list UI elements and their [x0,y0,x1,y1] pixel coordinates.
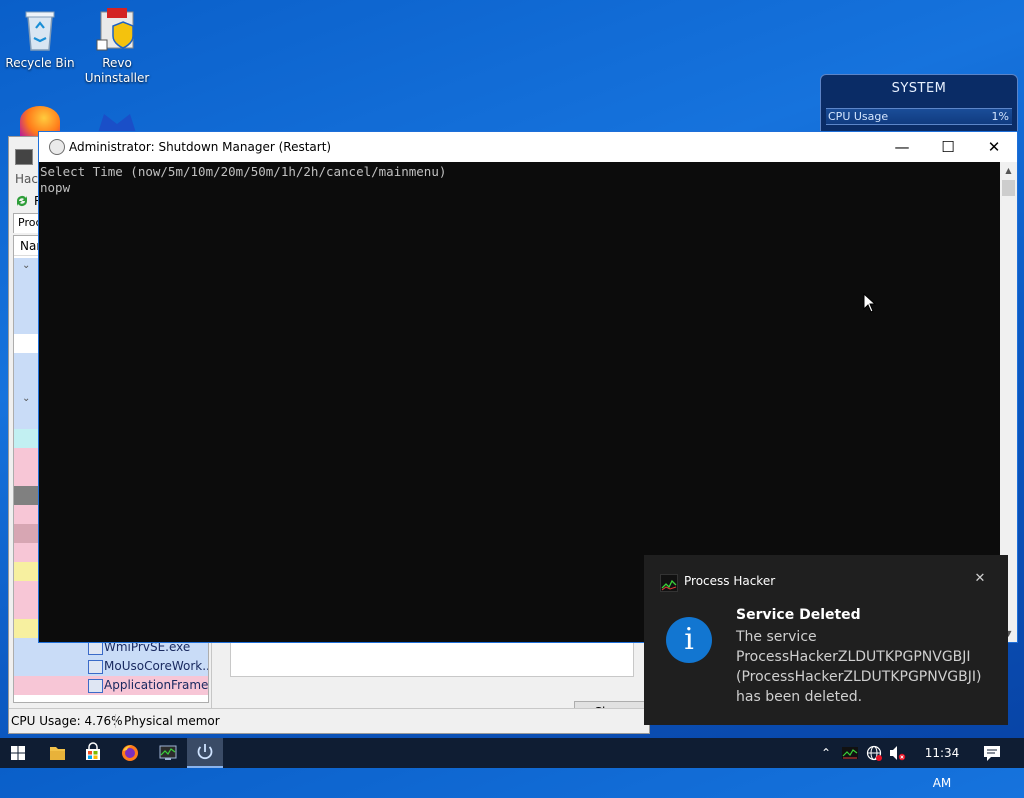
process-hacker-taskbar-icon [159,745,177,760]
status-bar: CPU Usage: 4.76% Physical memor [9,708,649,733]
desktop-icon-recycle-bin[interactable]: Recycle Bin [0,6,80,71]
table-row[interactable]: MoUsoCoreWork... [14,657,208,676]
start-button[interactable] [0,738,36,768]
cpu-usage-label: CPU Usage [828,110,889,123]
desktop-icon-label: Revo Uninstaller [84,56,150,85]
console-title: Administrator: Shutdown Manager (Restart… [69,140,332,154]
process-hacker-tray-icon[interactable] [840,738,860,768]
process-hacker-app-icon [15,149,33,165]
network-globe-icon[interactable] [864,738,884,768]
folder-icon [50,747,65,760]
process-name: MoUsoCoreWork... [104,659,209,673]
toast-app-name: Process Hacker [684,574,776,588]
windows-icon [11,746,25,760]
close-window-button[interactable]: ✕ [971,132,1017,162]
process-icon [88,679,103,693]
clock-time[interactable]: 11:34 AM [914,738,970,790]
maximize-button[interactable]: ☐ [925,132,971,162]
process-icon [88,660,103,674]
console-titlebar[interactable]: Administrator: Shutdown Manager (Restart… [39,132,1017,162]
firefox-button[interactable] [112,738,148,768]
action-center-notification-icon[interactable] [980,738,1004,768]
revo-uninstaller-icon [93,6,141,54]
gadget-title: SYSTEM [891,81,947,96]
status-cpu-usage: CPU Usage: 4.76% [11,714,123,728]
process-hacker-taskbar-button[interactable] [150,738,186,768]
console-line: Select Time (now/5m/10m/20m/50m/1h/2h/ca… [40,164,447,179]
toast-notification[interactable]: Process Hacker ✕ i Service Deleted The s… [644,555,1008,725]
toast-heading: Service Deleted [736,607,861,623]
process-hacker-icon [660,574,678,592]
taskbar: ⌃ 11:34 AM [0,738,1024,790]
info-icon: i [666,617,712,663]
toast-close-icon[interactable]: ✕ [972,571,988,589]
scroll-thumb[interactable] [1002,180,1015,196]
power-icon [49,139,65,155]
store-bag-icon [86,742,100,760]
process-icon [88,641,103,655]
table-row[interactable]: ApplicationFrame... [14,676,208,695]
firefox-icon [122,745,138,761]
process-name: ApplicationFrame... [104,678,209,692]
store-button[interactable] [75,738,111,768]
volume-muted-icon[interactable] [886,738,908,768]
chevron-down-icon[interactable]: ⌄ [22,393,30,404]
scroll-up-arrow-icon[interactable]: ▲ [1000,162,1017,179]
desktop-icon-revo-uninstaller[interactable]: Revo Uninstaller [77,6,157,86]
mouse-pointer-icon [863,292,877,313]
console-line: nopw [40,180,71,195]
file-explorer-button[interactable] [39,738,75,768]
recycle-bin-icon [16,6,64,54]
cpu-usage-value: 1% [991,110,1009,123]
menu-partial[interactable]: Hac [15,172,38,186]
shutdown-manager-taskbar-button[interactable] [187,738,223,768]
power-icon [197,744,213,760]
toast-message: The service ProcessHackerZLDUTKPGPNVGBJI… [736,629,982,705]
minimize-button[interactable]: — [879,132,925,162]
refresh-icon[interactable] [14,193,30,212]
cpu-usage-row: CPU Usage 1% [826,108,1012,125]
system-monitor-gadget: SYSTEM CPU Usage 1% [820,74,1018,136]
status-physical-memory: Physical memor [115,714,220,728]
desktop-icon-label: Recycle Bin [5,56,75,70]
chevron-down-icon[interactable]: ⌄ [22,260,30,271]
show-hidden-icons-chevron-up-icon[interactable]: ⌃ [818,738,834,768]
